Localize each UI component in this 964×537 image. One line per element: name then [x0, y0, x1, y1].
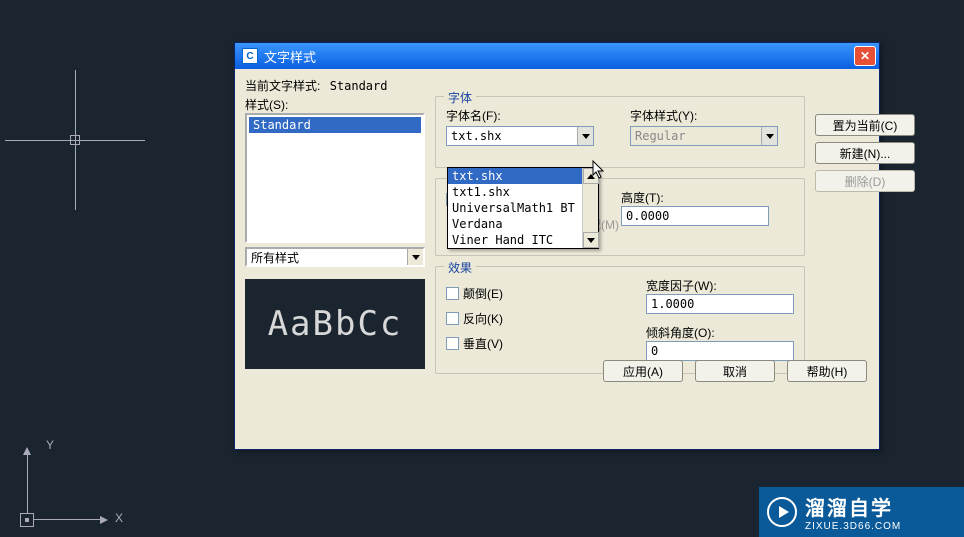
upside-down-label: 颠倒(E)	[463, 285, 503, 302]
height-value: 0.0000	[626, 209, 669, 223]
checkbox-icon	[446, 287, 459, 300]
font-groupbox: 字体 字体名(F): txt.shx 字体样式(Y):	[435, 96, 805, 168]
oblique-angle-input[interactable]: 0	[646, 341, 794, 361]
style-filter-select[interactable]: 所有样式	[245, 247, 425, 267]
oblique-angle-label: 倾斜角度(O):	[646, 326, 715, 340]
set-current-button[interactable]: 置为当前(C)	[815, 114, 915, 136]
vertical-checkbox[interactable]: 垂直(V)	[446, 335, 606, 352]
text-style-dialog: C 文字样式 ✕ 当前文字样式: Standard 样式(S): Standar…	[234, 42, 880, 450]
app-icon: C	[242, 48, 258, 64]
apply-button[interactable]: 应用(A)	[603, 360, 683, 382]
close-button[interactable]: ✕	[854, 46, 876, 66]
dropdown-option[interactable]: UniversalMath1 BT	[448, 200, 598, 216]
fontstyle-label: 字体样式(Y):	[630, 107, 794, 124]
font-legend: 字体	[444, 89, 476, 106]
upside-down-checkbox[interactable]: 颠倒(E)	[446, 285, 606, 302]
oblique-angle-value: 0	[651, 344, 658, 358]
current-style-label: 当前文字样式:	[245, 79, 320, 93]
backwards-checkbox[interactable]: 反向(K)	[446, 310, 606, 327]
vertical-label: 垂直(V)	[463, 335, 503, 352]
fontname-dropdown-list[interactable]: txt.shx txt1.shx UniversalMath1 BT Verda…	[447, 167, 599, 249]
styles-label: 样式(S):	[245, 98, 288, 112]
watermark-title: 溜溜自学	[805, 492, 901, 521]
new-button[interactable]: 新建(N)...	[815, 142, 915, 164]
dropdown-option[interactable]: Viner Hand ITC	[448, 232, 598, 248]
style-listbox[interactable]: Standard	[245, 113, 425, 243]
effects-groupbox: 效果 颠倒(E) 反向(K)	[435, 266, 805, 374]
ucs-x-label: X	[115, 511, 123, 525]
height-input[interactable]: 0.0000	[621, 206, 769, 226]
chevron-down-icon	[577, 127, 593, 145]
backwards-label: 反向(K)	[463, 310, 503, 327]
watermark: 溜溜自学 ZIXUE.3D66.COM	[759, 487, 964, 537]
preview-text: AaBbCc	[268, 304, 403, 344]
titlebar[interactable]: C 文字样式 ✕	[235, 43, 879, 69]
scroll-down-icon[interactable]	[583, 232, 599, 248]
fontstyle-value: Regular	[635, 129, 686, 143]
cursor-icon	[592, 160, 606, 180]
close-icon: ✕	[860, 49, 870, 63]
dropdown-option[interactable]: txt.shx	[448, 168, 598, 184]
height-label: 高度(T):	[621, 191, 664, 205]
checkbox-icon	[446, 312, 459, 325]
chevron-down-icon	[761, 127, 777, 145]
fontname-label: 字体名(F):	[446, 107, 610, 124]
dropdown-option[interactable]: txt1.shx	[448, 184, 598, 200]
width-factor-input[interactable]: 1.0000	[646, 294, 794, 314]
preview-box: AaBbCc	[245, 279, 425, 369]
dialog-title: 文字样式	[262, 47, 854, 66]
help-button[interactable]: 帮助(H)	[787, 360, 867, 382]
fontname-select[interactable]: txt.shx	[446, 126, 594, 146]
list-item[interactable]: Standard	[249, 117, 421, 133]
ucs-y-label: Y	[46, 438, 54, 452]
effects-legend: 效果	[444, 259, 476, 276]
fontstyle-select: Regular	[630, 126, 778, 146]
chevron-down-icon	[407, 249, 423, 265]
width-factor-label: 宽度因子(W):	[646, 279, 717, 293]
checkbox-icon	[446, 337, 459, 350]
style-filter-value: 所有样式	[247, 249, 407, 266]
width-factor-value: 1.0000	[651, 297, 694, 311]
delete-button: 删除(D)	[815, 170, 915, 192]
watermark-url: ZIXUE.3D66.COM	[805, 521, 901, 532]
play-icon	[767, 497, 797, 527]
fontname-value: txt.shx	[451, 129, 502, 143]
dropdown-option[interactable]: Verdana	[448, 216, 598, 232]
current-style-value: Standard	[330, 79, 388, 93]
cancel-button[interactable]: 取消	[695, 360, 775, 382]
